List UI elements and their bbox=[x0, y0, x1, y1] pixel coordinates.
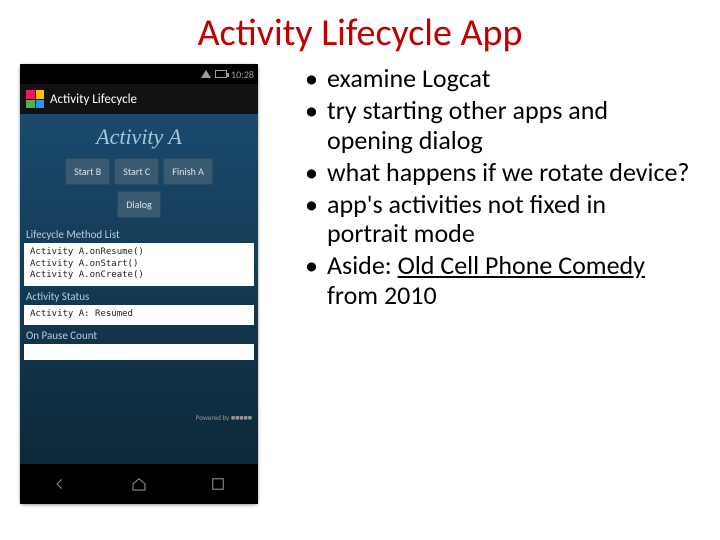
battery-icon bbox=[215, 70, 227, 78]
app-icon bbox=[26, 90, 44, 108]
recent-apps-icon[interactable] bbox=[205, 474, 231, 494]
status-box: Activity A: Resumed bbox=[24, 305, 254, 325]
phone-column: 10:28 Activity Lifecycle Activity A Star… bbox=[20, 64, 275, 504]
bullet-text: from 2010 bbox=[327, 279, 437, 311]
status-value: Activity A: Resumed bbox=[30, 309, 248, 321]
pause-count-label: On Pause Count bbox=[20, 325, 258, 344]
dialog-button[interactable]: Dialog bbox=[117, 191, 161, 218]
signal-icon bbox=[201, 70, 211, 78]
method-list-label: Lifecycle Method List bbox=[20, 224, 258, 243]
method-list-item: Activity A.onResume() bbox=[30, 247, 248, 259]
list-item: what happens if we rotate device? bbox=[305, 158, 690, 188]
status-time: 10:28 bbox=[231, 68, 254, 81]
list-item: Aside: Old Cell Phone Comedy from 2010 bbox=[305, 251, 690, 311]
bullet-list: examine Logcat try starting other apps a… bbox=[275, 64, 700, 504]
back-icon[interactable] bbox=[47, 474, 73, 494]
button-row-1: Start B Start C Finish A bbox=[20, 158, 258, 185]
old-phone-comedy-link[interactable]: Old Cell Phone Comedy bbox=[398, 249, 645, 281]
status-bar: 10:28 bbox=[20, 64, 258, 84]
method-list-item: Activity A.onStart() bbox=[30, 259, 248, 271]
nav-bar bbox=[20, 464, 258, 504]
powered-by-label: Powered by ■■■■■ bbox=[196, 413, 252, 422]
bullet-text: Aside: bbox=[327, 249, 398, 281]
finish-a-button[interactable]: Finish A bbox=[163, 158, 213, 185]
list-item: try starting other apps and opening dial… bbox=[305, 96, 690, 156]
list-item: app's activities not fixed in portrait m… bbox=[305, 190, 690, 250]
start-b-button[interactable]: Start B bbox=[65, 158, 110, 185]
button-row-2: Dialog bbox=[20, 191, 258, 218]
list-item: examine Logcat bbox=[305, 64, 690, 94]
app-screen: Activity A Start B Start C Finish A Dial… bbox=[20, 114, 258, 464]
app-bar: Activity Lifecycle bbox=[20, 84, 258, 114]
phone-mockup: 10:28 Activity Lifecycle Activity A Star… bbox=[20, 64, 258, 504]
slide-content: 10:28 Activity Lifecycle Activity A Star… bbox=[0, 64, 720, 504]
slide-title: Activity Lifecycle App bbox=[0, 0, 720, 64]
pause-count-box bbox=[24, 344, 254, 360]
method-list-box: Activity A.onResume() Activity A.onStart… bbox=[24, 243, 254, 286]
app-bar-title: Activity Lifecycle bbox=[50, 92, 137, 107]
method-list-item: Activity A.onCreate() bbox=[30, 270, 248, 282]
start-c-button[interactable]: Start C bbox=[114, 158, 159, 185]
activity-title: Activity A bbox=[20, 114, 258, 158]
status-label: Activity Status bbox=[20, 286, 258, 305]
home-icon[interactable] bbox=[126, 474, 152, 494]
